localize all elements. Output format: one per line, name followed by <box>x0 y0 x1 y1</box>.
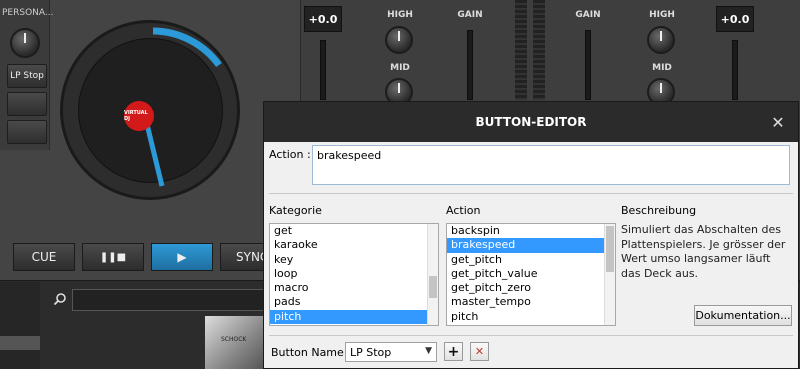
search-input[interactable] <box>72 289 272 311</box>
list-item-selected[interactable]: pitch <box>270 309 438 325</box>
right-channel-fader[interactable] <box>585 30 591 100</box>
list-item-selected[interactable]: brakespeed <box>447 238 615 253</box>
button-name-value: LP Stop <box>350 345 392 359</box>
right-high-label: HIGH <box>649 10 675 20</box>
list-item[interactable]: get_pitch_zero <box>447 281 615 295</box>
add-button[interactable]: + <box>444 342 463 361</box>
kategorie-label: Kategorie <box>269 204 322 217</box>
left-pitch-fader[interactable] <box>320 40 326 100</box>
album-thumb-text: SCHOCK <box>221 336 247 343</box>
button-name-select[interactable]: LP Stop ▼ <box>345 342 437 362</box>
list-item[interactable]: backspin <box>447 224 615 238</box>
right-gain-display: +0.0 <box>716 6 754 32</box>
action-field-label: Action : <box>269 148 311 161</box>
list-item[interactable]: get_pitch_value <box>447 267 615 281</box>
custom-button-2[interactable] <box>7 92 47 116</box>
browser-sidebar <box>0 282 40 369</box>
play-button[interactable]: ▶ <box>151 243 213 271</box>
list-item[interactable]: macro <box>270 281 438 295</box>
action-description: Simuliert das Abschalten des Plattenspie… <box>621 223 786 280</box>
album-cover-thumbnail: SCHOCK <box>205 316 263 369</box>
beschreibung-label: Beschreibung <box>621 204 697 217</box>
vu-meter-left <box>515 0 527 100</box>
right-high-knob[interactable] <box>647 26 675 54</box>
lp-stop-button[interactable]: LP Stop <box>7 64 47 88</box>
action-list[interactable]: backspin brakespeed get_pitch get_pitch_… <box>446 223 616 326</box>
list-item[interactable]: master_tempo <box>447 295 615 309</box>
kategorie-list[interactable]: get karaoke key loop macro pads pitch <box>269 223 439 326</box>
search-icon <box>53 293 66 306</box>
cue-button[interactable]: CUE <box>13 243 75 271</box>
close-icon[interactable]: ✕ <box>768 112 788 132</box>
vu-meter-right <box>533 0 545 100</box>
list-item[interactable]: pitch <box>447 310 615 324</box>
left-gain-display: +0.0 <box>304 6 342 32</box>
delete-button[interactable]: ✕ <box>470 342 489 361</box>
panel-knob[interactable] <box>10 28 40 58</box>
list-item[interactable]: karaoke <box>270 238 438 252</box>
left-high-knob[interactable] <box>385 26 413 54</box>
dialog-titlebar: BUTTON-EDITOR ✕ <box>264 102 798 142</box>
dialog-title: BUTTON-EDITOR <box>475 115 587 129</box>
chevron-down-icon: ▼ <box>425 346 432 356</box>
list-item[interactable]: key <box>270 253 438 267</box>
panel-title: PERSONA... <box>2 8 54 18</box>
divider-bottom <box>269 335 793 336</box>
plus-icon: + <box>447 343 460 360</box>
right-mid-label: MID <box>652 63 672 73</box>
left-channel-fader[interactable] <box>467 30 473 100</box>
left-high-label: HIGH <box>387 10 413 20</box>
left-gain-label: GAIN <box>457 10 483 20</box>
action-scrollbar[interactable] <box>604 224 615 325</box>
right-gain-label: GAIN <box>575 10 601 20</box>
left-mid-label: MID <box>390 63 410 73</box>
documentation-button[interactable]: Dokumentation... <box>694 305 792 326</box>
pause-stop-button[interactable]: ❚❚■ <box>82 243 144 271</box>
divider-top <box>269 193 793 194</box>
action-script-input[interactable]: brakespeed <box>312 145 790 185</box>
button-name-label: Button Name : <box>271 346 351 359</box>
list-item[interactable]: get_pitch <box>447 253 615 267</box>
action-list-label: Action <box>446 204 481 217</box>
right-pitch-fader[interactable] <box>732 40 738 100</box>
personal-panel: PERSONA... LP Stop <box>0 0 54 150</box>
button-editor-dialog: BUTTON-EDITOR ✕ Action : brakespeed Kate… <box>263 101 799 369</box>
custom-button-3[interactable] <box>7 120 47 144</box>
virtualdj-logo: VIRTUAL DJ <box>124 101 154 131</box>
kategorie-scrollbar[interactable] <box>427 224 438 325</box>
list-item[interactable]: pads <box>270 295 438 309</box>
list-item[interactable]: get <box>270 224 438 238</box>
list-item[interactable]: loop <box>270 267 438 281</box>
delete-icon: ✕ <box>474 345 485 358</box>
browser-folder-selected[interactable] <box>0 336 40 350</box>
